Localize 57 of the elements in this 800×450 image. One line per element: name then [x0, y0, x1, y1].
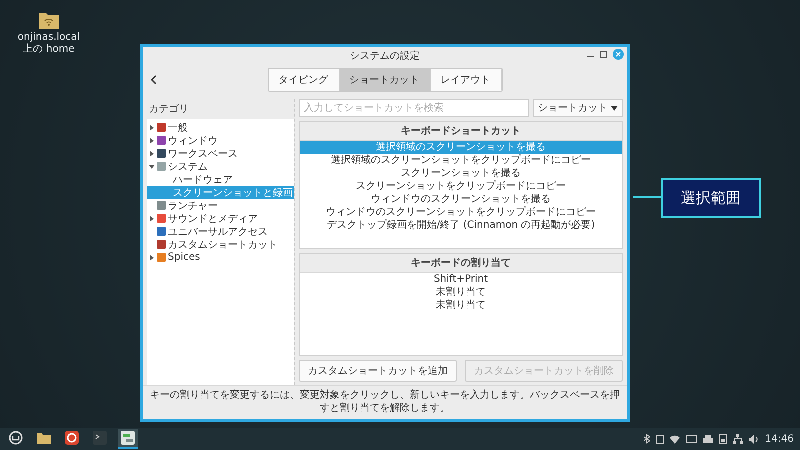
expand-arrow-icon[interactable]	[149, 138, 155, 144]
close-icon[interactable]	[613, 49, 624, 60]
category-item[interactable]: システム	[147, 160, 294, 173]
sidebar-header: カテゴリ	[148, 103, 190, 117]
browser-icon	[65, 431, 79, 445]
shortcut-row[interactable]: スクリーンショットを撮る	[300, 167, 622, 180]
leader-line	[633, 196, 661, 198]
shortcut-row[interactable]: スクリーンショットをクリップボードにコピー	[300, 180, 622, 193]
clock[interactable]: 14:46	[765, 434, 794, 444]
add-shortcut-button[interactable]: カスタムショートカットを追加	[299, 360, 457, 382]
binding-row[interactable]: Shift+Print	[300, 273, 622, 286]
category-item[interactable]: 一般	[147, 121, 294, 134]
wifi-icon[interactable]	[670, 434, 680, 444]
tab[interactable]: タイピング	[268, 69, 340, 91]
tab[interactable]: レイアウト	[430, 69, 502, 91]
volume-icon[interactable]	[749, 434, 760, 444]
bluetooth-icon[interactable]	[644, 434, 650, 444]
settings-icon	[121, 431, 135, 445]
category-item[interactable]: Spices	[147, 251, 294, 264]
network-folder-icon[interactable]	[39, 12, 59, 29]
collapse-arrow-icon[interactable]	[149, 164, 155, 170]
tab[interactable]: ショートカット	[340, 69, 430, 91]
binding-row[interactable]: 未割り当て	[300, 286, 622, 300]
maximize-icon[interactable]	[600, 51, 607, 58]
callout-label: 選択範囲	[661, 178, 761, 218]
window-title: システムの設定	[350, 50, 420, 63]
category-item[interactable]: ウィンドウ	[147, 134, 294, 147]
hint-text: キーの割り当てを変更するには、変更対象をクリックし、新しいキーを入力します。バックスペースを押すと割り当てを解除します。	[143, 385, 627, 419]
expand-arrow-icon[interactable]	[149, 150, 155, 156]
shortcut-row[interactable]: 選択領域のスクリーンショットをクリップボードにコピー	[300, 154, 622, 167]
category-item[interactable]: ワークスペース	[147, 147, 294, 160]
category-item[interactable]: サウンドとメディア	[147, 212, 294, 225]
shortcut-row[interactable]: デスクトップ録画を開始/終了 (Cinnamon の再起動が必要)	[300, 219, 622, 232]
expand-arrow-icon[interactable]	[149, 254, 155, 260]
shortcut-row[interactable]: ウィンドウのスクリーンショットを撮る	[300, 193, 622, 206]
back-icon	[151, 75, 157, 85]
expand-arrow-icon[interactable]	[149, 216, 155, 222]
folder-icon	[37, 432, 51, 444]
category-item[interactable]: ランチャー	[147, 199, 294, 212]
filter-dropdown[interactable]: ショートカット	[533, 99, 623, 117]
category-item[interactable]: ユニバーサルアクセス	[147, 225, 294, 238]
shortcut-row[interactable]: ウィンドウのスクリーンショットをクリップボードにコピー	[300, 206, 622, 219]
caret-icon	[611, 106, 618, 110]
category-item[interactable]: カスタムショートカット	[147, 238, 294, 251]
bindings-header: キーボードの割り当て	[300, 254, 622, 274]
menu-icon	[9, 431, 23, 445]
battery-icon[interactable]	[719, 434, 728, 444]
category-item[interactable]: ハードウェア	[147, 173, 294, 186]
search-field[interactable]: 入力してショートカットを検索	[299, 99, 529, 117]
desktop-icon-label: onjinas.local 上の home	[16, 32, 82, 55]
network-icon[interactable]	[733, 434, 744, 444]
expand-arrow-icon[interactable]	[149, 124, 155, 130]
binding-row[interactable]: 未割り当て	[300, 299, 622, 312]
printer-icon[interactable]	[703, 434, 714, 444]
terminal-icon	[93, 431, 107, 445]
taskbar-app-button[interactable]	[118, 429, 138, 449]
shortcuts-header: キーボードショートカット	[300, 122, 622, 141]
